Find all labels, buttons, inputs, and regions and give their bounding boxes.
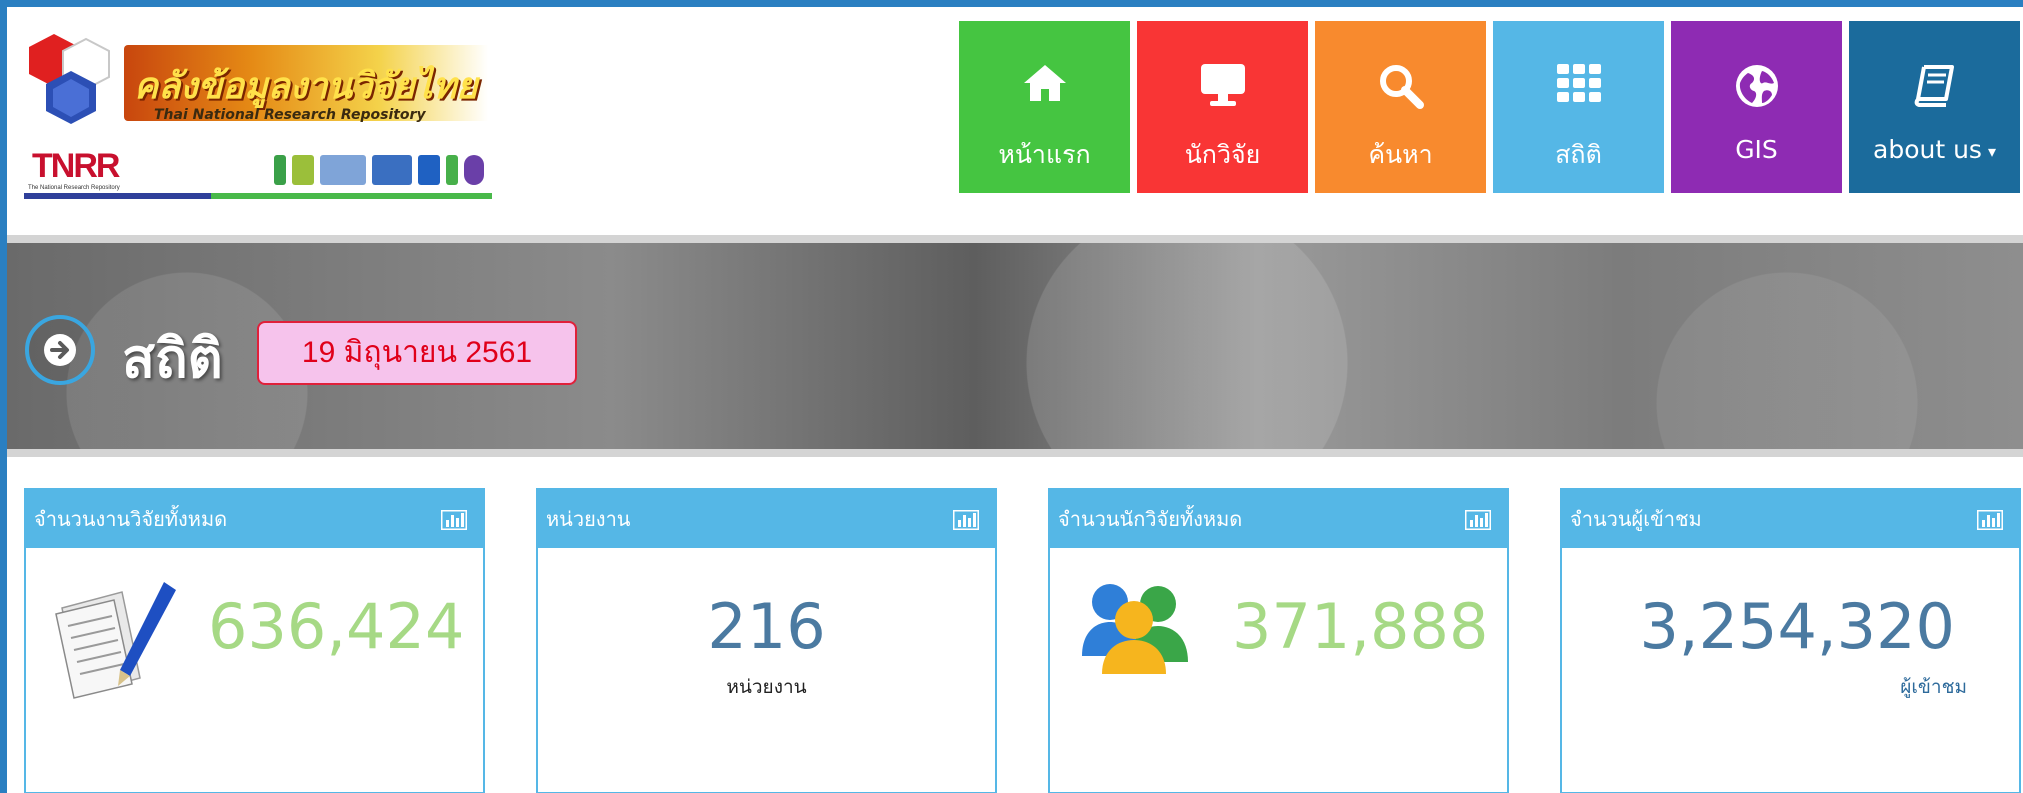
arrow-right-circle-icon	[25, 315, 95, 385]
nav-researchers-label: นักวิจัย	[1184, 140, 1261, 169]
logo-abbr: TNRR	[32, 147, 120, 185]
nav-gis-label: GIS	[1735, 135, 1778, 164]
card-title: หน่วยงาน	[546, 507, 631, 531]
nav-gis[interactable]: GIS	[1671, 21, 1842, 193]
stat-card-visitors: จำนวนผู้เข้าชม 3,254,320 ผู้เข้าชม	[1560, 488, 2021, 793]
card-sub-label: ผู้เข้าชม	[1900, 676, 1967, 698]
card-value: 636,424	[208, 590, 465, 663]
card-title: จำนวนนักวิจัยทั้งหมด	[1058, 507, 1243, 531]
partner-logo	[372, 155, 412, 185]
partner-logo	[292, 155, 314, 185]
bar-chart-icon[interactable]	[953, 510, 979, 530]
card-header: จำนวนผู้เข้าชม	[1562, 490, 2019, 548]
bar-chart-icon[interactable]	[1465, 510, 1491, 530]
document-pen-icon	[55, 582, 176, 699]
nav-about-us-text: about us ▾	[1849, 135, 2020, 164]
site-logo[interactable]: คลังข้อมูลงานวิจัยไทย Thai National Rese…	[24, 29, 492, 201]
card-title: จำนวนผู้เข้าชม	[1570, 507, 1702, 531]
partner-logo	[320, 155, 366, 185]
stat-card-researchers: จำนวนนักวิจัยทั้งหมด 371,888	[1048, 488, 1509, 793]
card-value: 216	[707, 590, 826, 663]
book-icon	[1914, 65, 1954, 107]
caret-down-icon: ▾	[1987, 141, 1996, 161]
card-sub-label: หน่วยงาน	[726, 676, 807, 698]
card-header: หน่วยงาน	[538, 490, 995, 548]
stat-card-research: จำนวนงานวิจัยทั้งหมด 636,424	[24, 488, 485, 793]
nav-about-us[interactable]: about us ▾	[1849, 21, 2020, 193]
card-header: จำนวนนักวิจัยทั้งหมด	[1050, 490, 1507, 548]
nav-statistics-label: สถิติ	[1555, 140, 1602, 169]
logo-abbr-sub: The National Research Repository	[28, 185, 120, 191]
card-value: 371,888	[1232, 590, 1489, 663]
nav-about-us-label: about us	[1873, 135, 1982, 164]
header-divider	[7, 235, 2023, 243]
partner-logo	[274, 155, 286, 185]
nav-search-label: ค้นหา	[1368, 140, 1433, 169]
page: คลังข้อมูลงานวิจัยไทย Thai National Rese…	[7, 7, 2023, 793]
nav-researchers[interactable]: นักวิจัย	[1137, 21, 1308, 193]
search-icon	[1380, 65, 1424, 109]
partner-logo	[418, 155, 440, 185]
hexagon-logo-icon	[29, 34, 110, 124]
stat-card-agencies: หน่วยงาน 216 หน่วยงาน	[536, 488, 997, 793]
logo-title-en: Thai National Research Repository	[154, 107, 426, 123]
partner-logos	[274, 155, 484, 187]
card-value: 3,254,320	[1639, 590, 1955, 663]
page-title: สถิติ	[122, 327, 223, 390]
home-icon	[1024, 65, 1066, 101]
globe-icon	[1736, 65, 1778, 107]
card-title: จำนวนงานวิจัยทั้งหมด	[34, 507, 228, 531]
site-header: คลังข้อมูลงานวิจัยไทย Thai National Rese…	[7, 7, 2023, 235]
monitor-icon	[1201, 64, 1245, 106]
nav-search[interactable]: ค้นหา	[1315, 21, 1486, 193]
date-badge: 19 มิถุนายน 2561	[257, 321, 577, 385]
bar-chart-icon[interactable]	[441, 510, 467, 530]
partner-logo	[446, 155, 458, 185]
people-icon	[1082, 584, 1188, 674]
nav-home-label: หน้าแรก	[998, 140, 1091, 169]
card-header: จำนวนงานวิจัยทั้งหมด	[26, 490, 483, 548]
nav-home[interactable]: หน้าแรก	[959, 21, 1130, 193]
nav-statistics[interactable]: สถิติ	[1493, 21, 1664, 193]
logo-stripe	[24, 193, 492, 199]
grid-icon	[1557, 64, 1601, 102]
hero-divider	[7, 449, 2023, 457]
logo-title-th: คลังข้อมูลงานวิจัยไทย	[134, 65, 478, 107]
bar-chart-icon[interactable]	[1977, 510, 2003, 530]
hero-banner: สถิติ 19 มิถุนายน 2561	[7, 243, 2023, 449]
partner-logo	[464, 155, 484, 185]
